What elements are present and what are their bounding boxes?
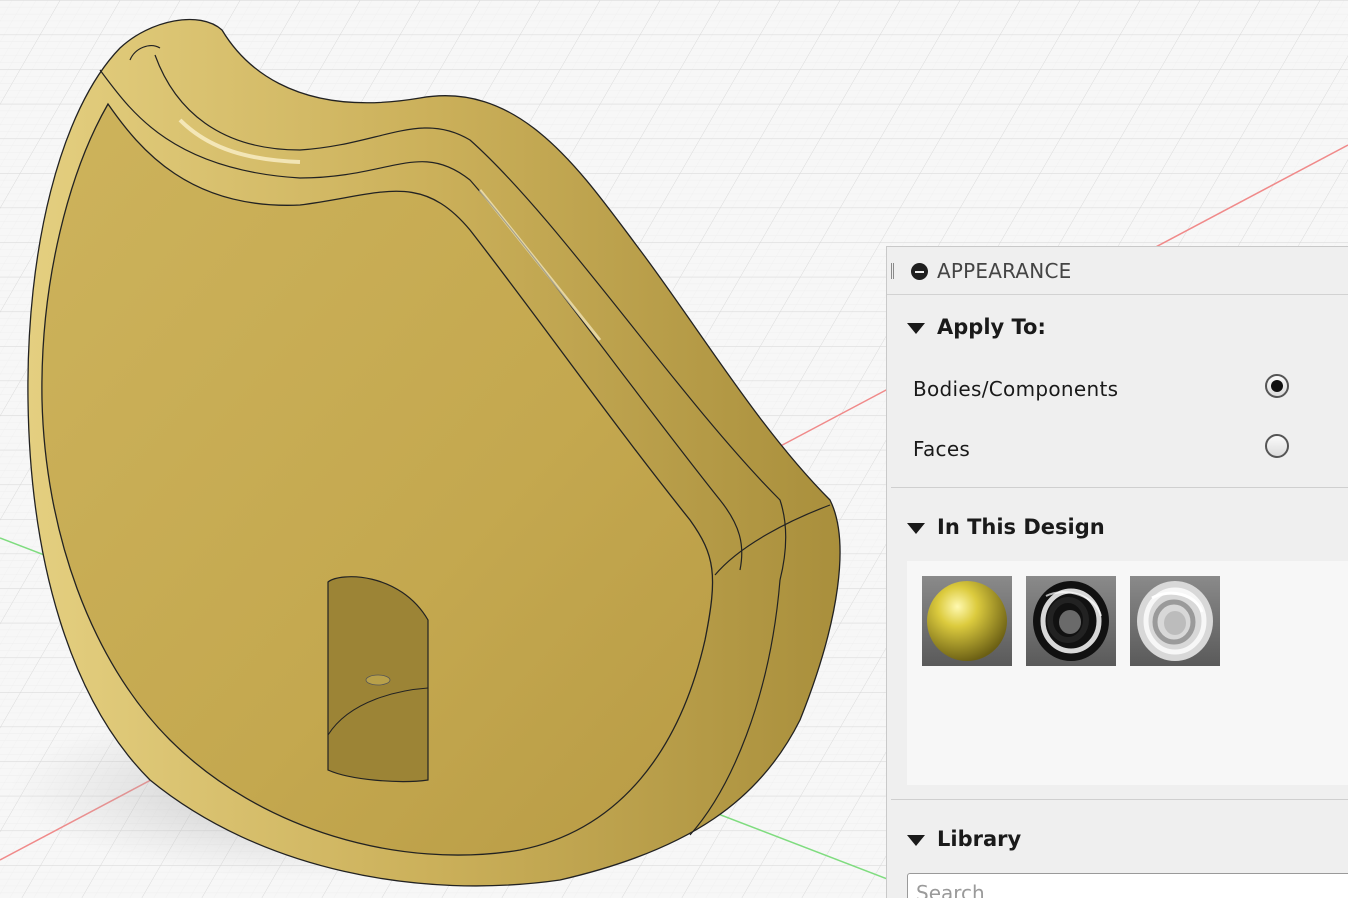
option-bodies-components[interactable]: Bodies/Components: [887, 369, 1348, 409]
apply-to-section-header[interactable]: Apply To:: [887, 309, 1348, 349]
expand-triangle-icon[interactable]: [907, 523, 925, 534]
appearance-panel: APPEARANCE Apply To: Bodies/Components F…: [886, 246, 1348, 898]
bodies-components-radio[interactable]: [1265, 374, 1289, 398]
swatch-chrome[interactable]: [1130, 576, 1220, 666]
option-faces[interactable]: Faces: [887, 429, 1348, 469]
design-swatch-area: [907, 561, 1348, 785]
apply-to-title: Apply To:: [937, 315, 1046, 339]
swatch-yellow-plastic[interactable]: [922, 576, 1012, 666]
library-title: Library: [937, 827, 1022, 851]
panel-header[interactable]: APPEARANCE: [887, 247, 1348, 295]
faces-radio[interactable]: [1265, 434, 1289, 458]
slot-hole: [365, 674, 391, 686]
in-this-design-section-header[interactable]: In This Design: [887, 509, 1348, 549]
expand-triangle-icon[interactable]: [907, 323, 925, 334]
in-this-design-title: In This Design: [937, 515, 1105, 539]
panel-title: APPEARANCE: [937, 259, 1072, 283]
swatch-black-chrome[interactable]: [1026, 576, 1116, 666]
library-section-header[interactable]: Library: [887, 821, 1348, 861]
section-divider: [891, 487, 1348, 488]
option-label: Faces: [913, 437, 971, 461]
drag-handle-icon[interactable]: [891, 263, 894, 279]
section-divider: [891, 799, 1348, 800]
collapse-panel-icon[interactable]: [911, 263, 928, 280]
option-label: Bodies/Components: [913, 377, 1119, 401]
expand-triangle-icon[interactable]: [907, 835, 925, 846]
library-search-input[interactable]: [907, 873, 1348, 898]
